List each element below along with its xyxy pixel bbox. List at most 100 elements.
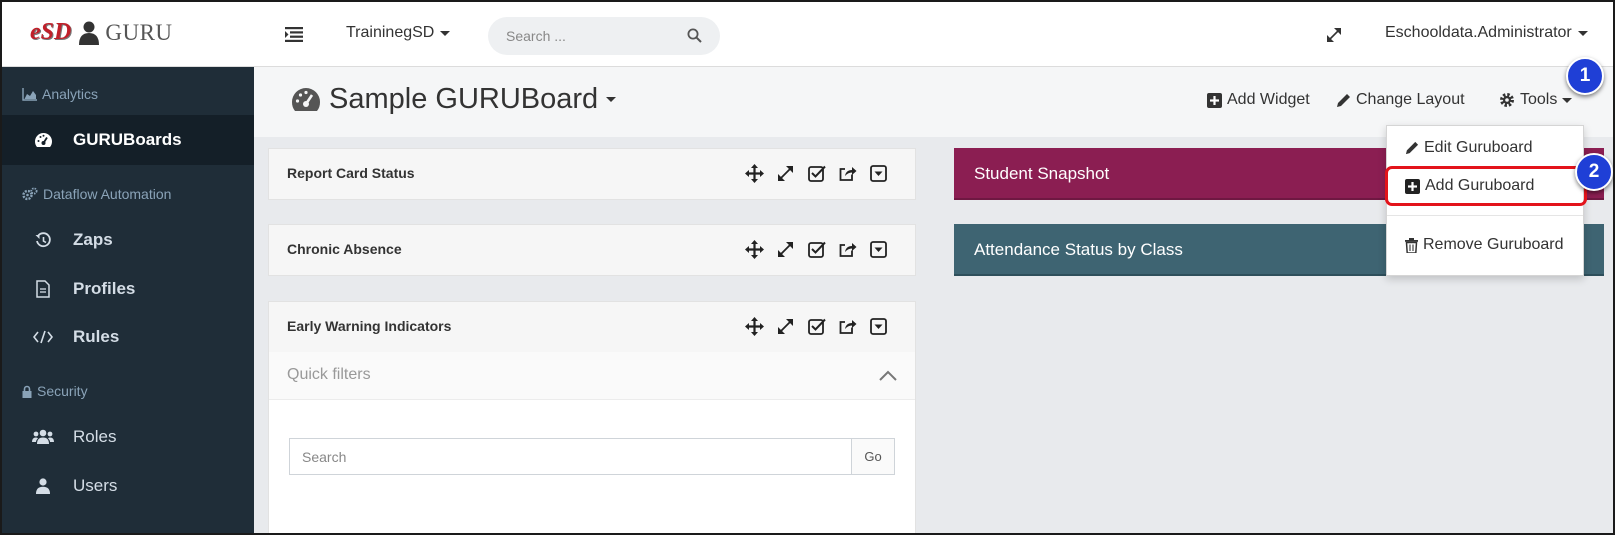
- trash-icon: [1405, 237, 1418, 253]
- widget-title: Report Card Status: [287, 165, 415, 181]
- chevron-down-icon: [606, 97, 617, 102]
- widget-report-card-status: Report Card Status: [268, 148, 916, 200]
- widget-title: Chronic Absence: [287, 241, 402, 257]
- sidebar-item-label: Users: [73, 476, 118, 495]
- sidebar-section-label: Dataflow Automation: [43, 186, 172, 202]
- gear-icon: [1500, 93, 1514, 107]
- menu-item-edit-guruboard[interactable]: Edit Guruboard: [1405, 139, 1533, 157]
- user-name: Eschooldata.Administrator: [1385, 24, 1572, 41]
- fullscreen-icon[interactable]: [1326, 27, 1342, 48]
- sidebar-section-dataflow: Dataflow Automation: [22, 186, 171, 202]
- user-icon: [28, 478, 58, 494]
- add-guruboard-highlight: [1385, 166, 1587, 206]
- sidebar-item-label: Zaps: [73, 230, 113, 249]
- menu-toggle-icon[interactable]: [285, 27, 303, 47]
- widget-search-input[interactable]: [289, 438, 851, 475]
- move-icon[interactable]: [744, 315, 765, 337]
- district-label: TraininegSD: [346, 24, 435, 41]
- lock-icon: [22, 385, 32, 398]
- chevron-down-icon: [1577, 30, 1588, 36]
- check-square-icon[interactable]: [806, 238, 827, 260]
- logo-esd-text: eSD: [30, 19, 72, 45]
- dropdown-square-icon[interactable]: [868, 162, 889, 184]
- top-header: eSD GURU TraininegSD Search ... Eschoold…: [2, 2, 1613, 67]
- sidebar-item-profiles[interactable]: Profiles: [2, 264, 254, 314]
- change-layout-button[interactable]: Change Layout: [1336, 91, 1465, 109]
- sidebar-item-label: Roles: [73, 427, 117, 446]
- chevron-down-icon: [1562, 97, 1573, 103]
- expand-icon[interactable]: [775, 238, 796, 260]
- widget-actions: [744, 315, 889, 337]
- sidebar-item-guruboards[interactable]: GURUBoards: [2, 115, 254, 165]
- dropdown-square-icon[interactable]: [868, 315, 889, 337]
- tools-button[interactable]: Tools: [1499, 91, 1573, 109]
- history-icon: [28, 231, 58, 249]
- share-icon[interactable]: [837, 238, 858, 260]
- expand-icon[interactable]: [775, 315, 796, 337]
- step-callout-2: 2: [1575, 153, 1613, 191]
- add-widget-button[interactable]: Add Widget: [1207, 91, 1310, 109]
- change-layout-label: Change Layout: [1356, 91, 1465, 108]
- sidebar-item-users[interactable]: Users: [2, 461, 254, 511]
- menu-item-label: Edit Guruboard: [1424, 139, 1533, 156]
- panel-title: Attendance Status by Class: [974, 240, 1183, 259]
- move-icon[interactable]: [744, 162, 765, 184]
- logo-guru-text: GURU: [105, 19, 173, 45]
- board-title-dropdown[interactable]: Sample GURUBoard: [291, 83, 617, 116]
- share-icon[interactable]: [837, 315, 858, 337]
- dropdown-square-icon[interactable]: [868, 238, 889, 260]
- chevron-down-icon: [440, 30, 451, 36]
- sidebar-item-label: GURUBoards: [73, 130, 182, 149]
- add-widget-label: Add Widget: [1227, 91, 1310, 108]
- sidebar-item-label: Rules: [73, 327, 120, 346]
- check-square-icon[interactable]: [806, 162, 827, 184]
- user-menu[interactable]: Eschooldata.Administrator: [1385, 24, 1588, 42]
- user-silhouette-icon: [79, 21, 100, 45]
- chevron-up-icon[interactable]: [879, 368, 897, 386]
- early-warning-body: Quick filters Go: [268, 352, 916, 533]
- search-icon[interactable]: [687, 28, 702, 48]
- widget-early-warning-indicators: Early Warning Indicators: [268, 301, 916, 353]
- check-square-icon[interactable]: [806, 315, 827, 337]
- app-window: eSD GURU TraininegSD Search ... Eschoold…: [0, 0, 1615, 535]
- page-title: Sample GURUBoard: [329, 83, 599, 115]
- global-search: [488, 17, 720, 55]
- pencil-icon: [1405, 141, 1419, 155]
- sidebar: Analytics GURUBoards Dataflow Automation: [2, 67, 254, 533]
- sidebar-item-roles[interactable]: Roles: [2, 412, 254, 462]
- dashboard-icon: [291, 88, 321, 111]
- share-icon[interactable]: [837, 162, 858, 184]
- move-icon[interactable]: [744, 238, 765, 260]
- widget-title: Early Warning Indicators: [287, 318, 452, 334]
- district-selector[interactable]: TraininegSD: [346, 24, 451, 42]
- widget-chronic-absence: Chronic Absence: [268, 224, 916, 276]
- menu-item-remove-guruboard[interactable]: Remove Guruboard: [1405, 236, 1564, 254]
- widget-actions: [744, 162, 889, 184]
- menu-item-label: Remove Guruboard: [1423, 236, 1564, 253]
- chart-area-icon: [22, 87, 37, 101]
- search-input[interactable]: [506, 26, 666, 46]
- expand-icon[interactable]: [775, 162, 796, 184]
- code-icon: [28, 330, 58, 344]
- sidebar-section-analytics: Analytics: [22, 86, 98, 102]
- plus-square-icon: [1207, 92, 1222, 108]
- step-callout-1: 1: [1566, 57, 1604, 95]
- sidebar-item-zaps[interactable]: Zaps: [2, 215, 254, 265]
- quick-filters-header[interactable]: Quick filters: [269, 352, 915, 400]
- esd-guru-logo[interactable]: eSD GURU: [30, 19, 173, 46]
- file-icon: [28, 280, 58, 298]
- pencil-icon: [1337, 93, 1350, 107]
- users-icon: [28, 429, 58, 445]
- tools-label: Tools: [1520, 91, 1558, 108]
- panel-title: Student Snapshot: [974, 164, 1110, 183]
- sidebar-section-security: Security: [22, 383, 88, 399]
- go-button[interactable]: Go: [851, 438, 895, 475]
- sidebar-section-label: Analytics: [42, 86, 99, 102]
- cogs-icon: [22, 187, 38, 201]
- menu-divider: [1387, 215, 1583, 216]
- quick-filters-label: Quick filters: [287, 366, 371, 383]
- sidebar-item-label: Profiles: [73, 279, 136, 298]
- sidebar-item-rules[interactable]: Rules: [2, 312, 254, 362]
- widget-actions: [744, 238, 889, 260]
- dashboard-icon: [28, 132, 58, 149]
